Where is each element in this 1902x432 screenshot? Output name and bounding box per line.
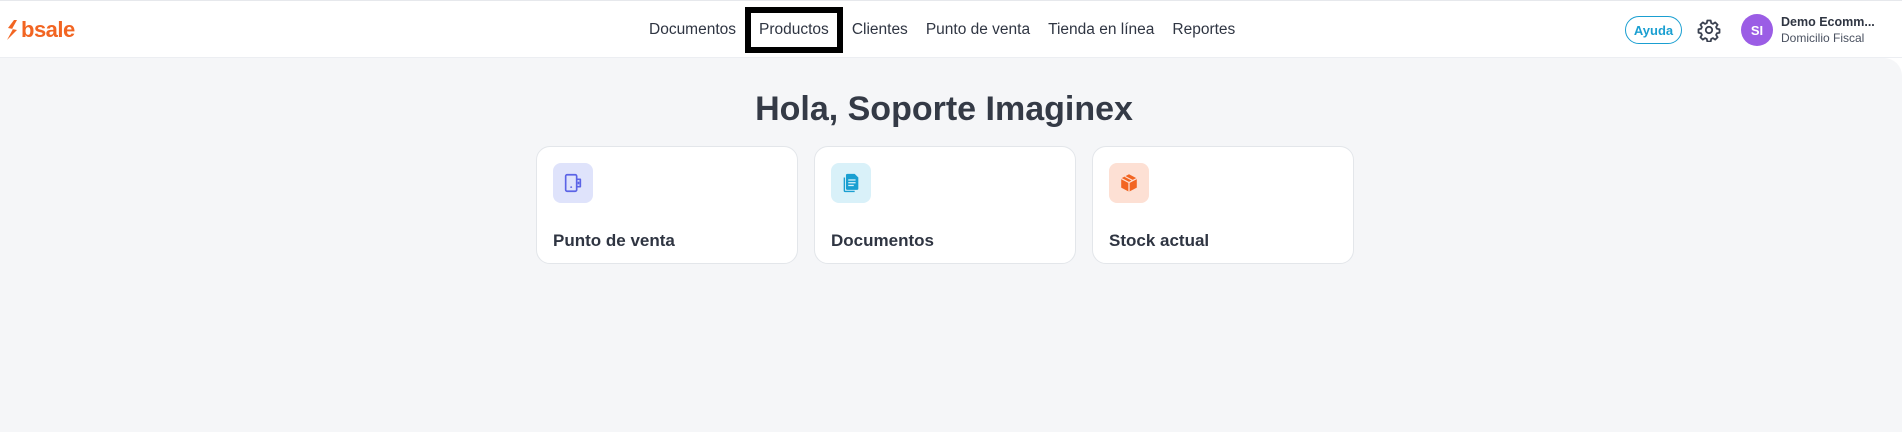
nav-clientes[interactable]: Clientes [843,1,917,59]
nav-productos[interactable]: Productos [745,7,843,53]
card-icon-bg [831,163,871,203]
user-avatar[interactable]: SI [1741,14,1773,46]
card-icon-bg [553,163,593,203]
shortcut-card-stock-actual[interactable]: Stock actual [1092,146,1354,264]
box-icon [1120,174,1138,192]
main-nav: Documentos Productos Clientes Punto de v… [640,1,1244,59]
card-icon-bg [1109,163,1149,203]
gear-icon [1697,19,1721,42]
nav-tienda-en-linea[interactable]: Tienda en línea [1039,1,1163,59]
nav-punto-de-venta[interactable]: Punto de venta [917,1,1039,59]
pos-terminal-icon [564,173,582,193]
card-label: Documentos [831,231,934,250]
account-name: Demo Ecomm... [1781,15,1875,29]
bsale-logo[interactable]: bsale [5,17,75,42]
nav-reportes[interactable]: Reportes [1163,1,1244,59]
shortcut-card-punto-de-venta[interactable]: Punto de venta [536,146,798,264]
nav-documentos[interactable]: Documentos [640,1,745,59]
shortcut-card-documentos[interactable]: Documentos [814,146,1076,264]
logo-text: bsale [21,17,75,42]
card-label: Punto de venta [553,231,675,250]
home-content: Hola, Soporte Imaginex Punto de venta Do… [0,58,1902,432]
account-selector[interactable]: Demo Ecomm... Domicilio Fiscal [1781,14,1891,46]
documents-icon [843,173,859,193]
help-button[interactable]: Ayuda [1625,16,1682,44]
page-title: Hola, Soporte Imaginex [755,90,1133,128]
settings-button[interactable] [1696,17,1722,43]
bsale-logo-icon [7,20,17,40]
top-bar: bsale Documentos Productos Clientes Punt… [0,0,1902,58]
card-label: Stock actual [1109,231,1210,250]
account-branch: Domicilio Fiscal [1781,31,1865,45]
